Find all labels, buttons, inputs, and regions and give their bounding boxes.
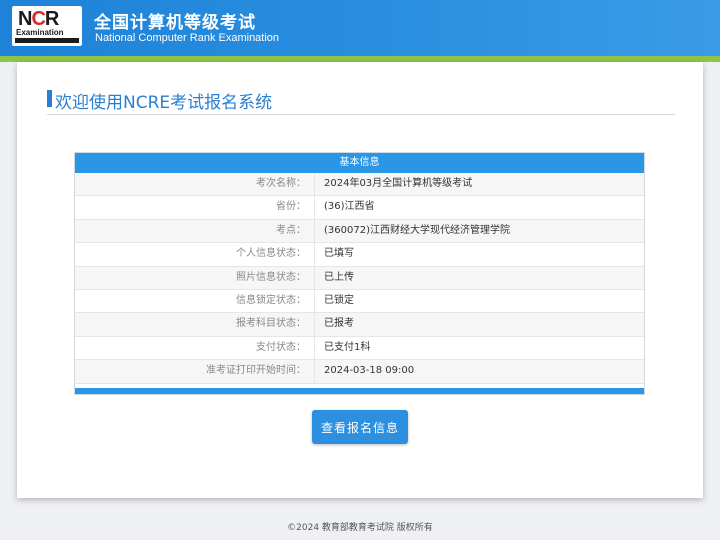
info-row-value: 已报考 (324, 318, 354, 330)
site-header: NCR Examination 全国计算机等级考试 National Compu… (0, 0, 720, 56)
info-row: 个人信息状态： 已填写 (75, 243, 644, 267)
info-row: 信息锁定状态： 已锁定 (75, 289, 644, 314)
info-row-value: (360072)江西财经大学现代经济管理学院 (324, 224, 510, 236)
info-row-label: 个人信息状态： (75, 243, 315, 266)
info-row-value: 已锁定 (324, 294, 354, 306)
info-row-label: 支付状态： (75, 336, 315, 360)
welcome-title: 欢迎使用NCRE考试报名系统 (55, 93, 273, 113)
site-title-en: National Computer Rank Examination (95, 32, 280, 44)
info-row-label: 准考证打印开始时间： (75, 360, 315, 383)
welcome-accent-bar (47, 90, 52, 107)
site-title-cn: 全国计算机等级考试 (94, 13, 256, 33)
info-row-label: 考点： (75, 219, 315, 243)
info-row-value: 已支付1科 (324, 341, 371, 353)
info-row-value: 2024-03-18 09:00 (324, 365, 415, 377)
info-row: 支付状态： 已支付1科 (75, 336, 644, 361)
info-row-value: 已上传 (324, 271, 354, 283)
info-row: 准考证打印开始时间： 2024-03-18 09:00 (75, 360, 644, 384)
info-row-value: 已填写 (324, 248, 354, 260)
welcome-divider (47, 114, 675, 115)
info-row-label: 考次名称： (75, 173, 315, 196)
info-row-label: 报考科目状态： (75, 313, 315, 336)
info-table-footer (75, 388, 644, 394)
info-row-label: 信息锁定状态： (75, 289, 315, 313)
logo-bar (15, 38, 79, 43)
view-registration-button[interactable]: 查看报名信息 (312, 410, 408, 444)
info-row: 省份： (36)江西省 (75, 196, 644, 220)
info-row-label: 照片信息状态： (75, 266, 315, 289)
info-rows: 考次名称： 2024年03月全国计算机等级考试 省份： (36)江西省 考点： (3600… (75, 173, 644, 384)
info-row-value: (36)江西省 (324, 201, 375, 213)
info-table-heading: 基本信息 (75, 153, 644, 173)
info-row-label: 省份： (75, 196, 315, 219)
info-row: 考点： (360072)江西财经大学现代经济管理学院 (75, 219, 644, 244)
copyright-footer: ©2024 教育部教育考试院 版权所有 (287, 523, 433, 533)
info-row: 照片信息状态： 已上传 (75, 266, 644, 290)
logo-subtitle: Examination (16, 28, 64, 37)
info-row: 考次名称： 2024年03月全国计算机等级考试 (75, 173, 644, 197)
info-row-value: 2024年03月全国计算机等级考试 (324, 178, 473, 189)
basic-info-table: 基本信息 考次名称： 2024年03月全国计算机等级考试 省份： (36)江西省 考点：… (74, 152, 645, 395)
info-row: 报考科目状态： 已报考 (75, 313, 644, 337)
ncre-logo: NCR Examination (12, 6, 82, 46)
main-card: 欢迎使用NCRE考试报名系统 基本信息 考次名称： 2024年03月全国计算机等级… (17, 62, 703, 498)
